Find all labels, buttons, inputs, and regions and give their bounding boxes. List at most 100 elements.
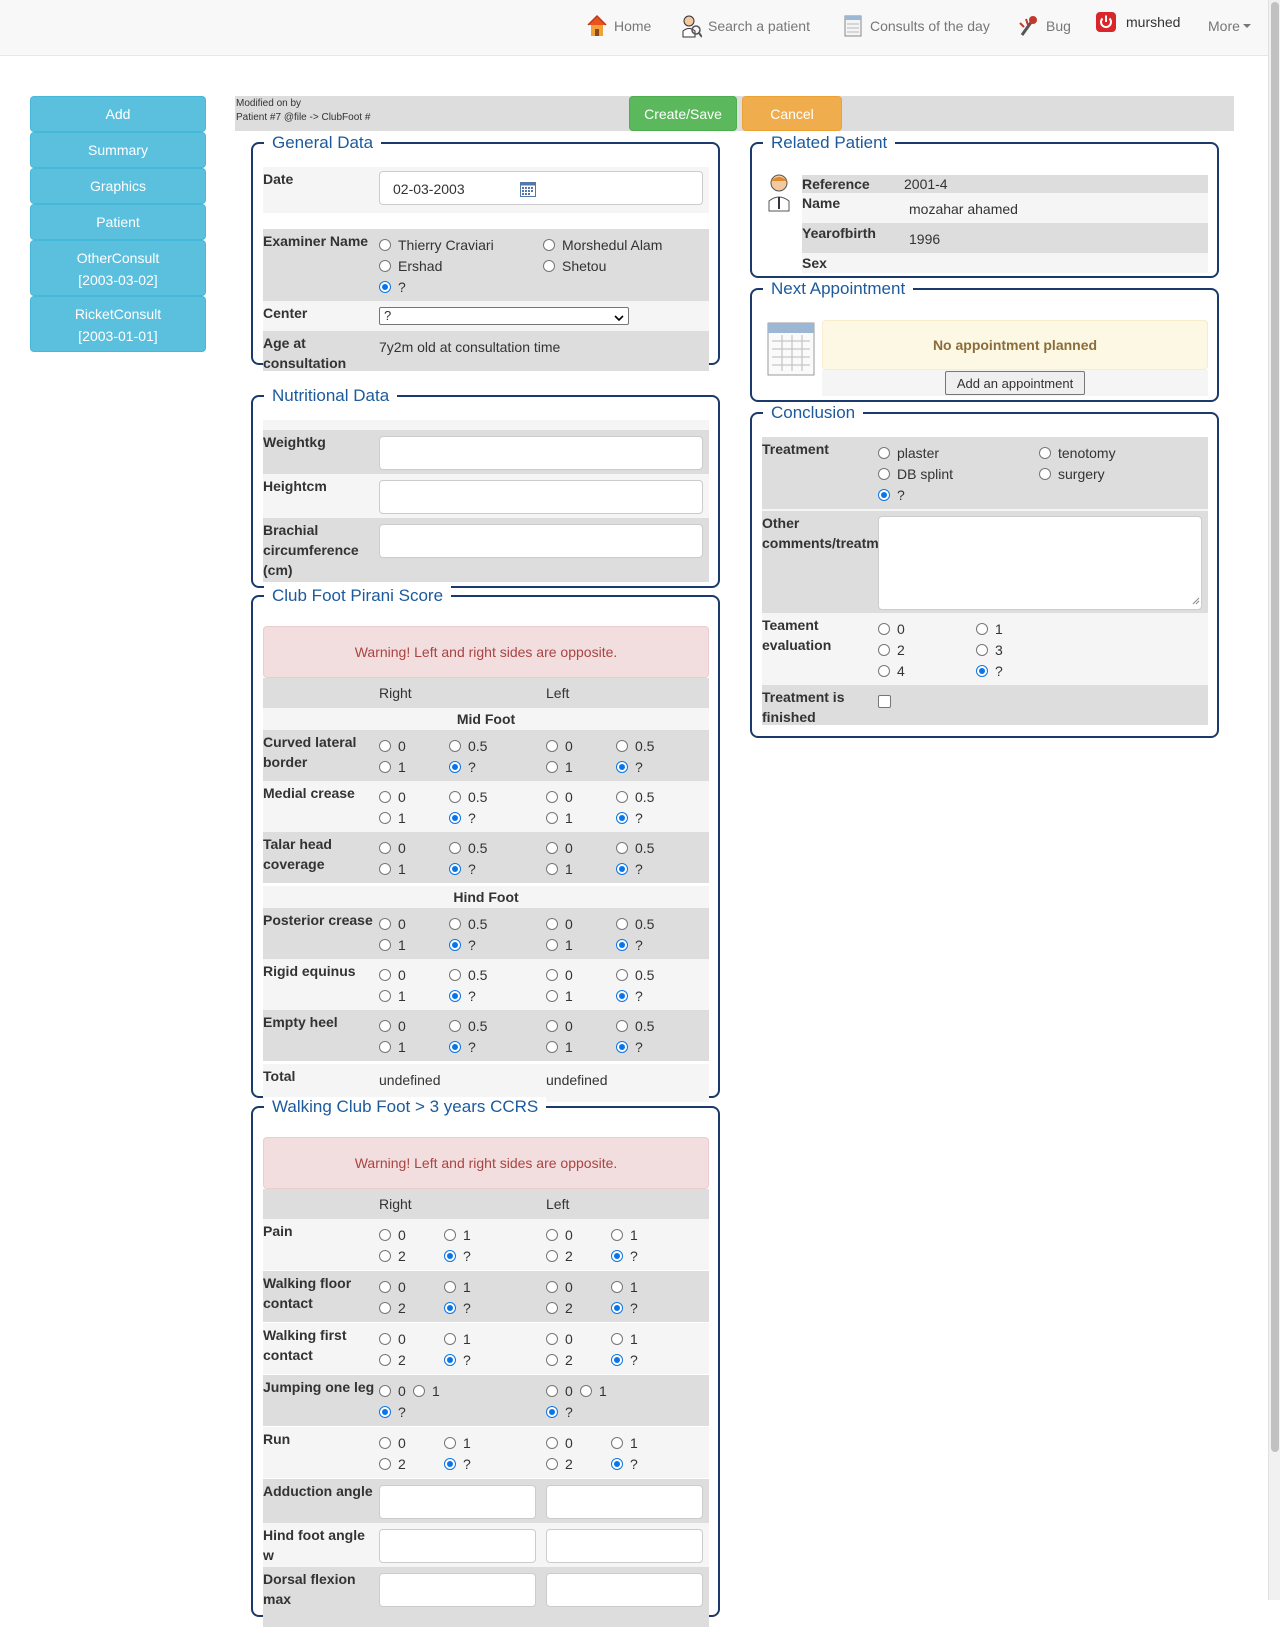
score-option[interactable]: ? — [444, 1298, 471, 1318]
score-option[interactable]: 0 — [546, 736, 573, 756]
score-option[interactable]: 2 — [546, 1350, 573, 1370]
score-option[interactable]: 1 — [379, 859, 406, 879]
score-option[interactable]: 0 — [546, 1016, 573, 1036]
score-option[interactable]: 1 — [611, 1225, 638, 1245]
cancel-button[interactable]: Cancel — [742, 96, 842, 131]
treatment-option[interactable]: surgery — [1039, 464, 1105, 484]
adduction-left-input[interactable] — [546, 1485, 703, 1519]
resize-handle-icon[interactable] — [1192, 592, 1200, 608]
nav-consults-of-the-day[interactable]: Consults of the day — [842, 0, 990, 52]
score-option[interactable]: 2 — [379, 1298, 406, 1318]
date-input[interactable]: 02-03-2003 — [379, 171, 703, 205]
score-option[interactable]: ? — [449, 935, 476, 955]
score-option[interactable]: ? — [611, 1454, 638, 1474]
examiner-option[interactable]: Ershad — [379, 256, 442, 276]
dorsal-flexion-right-input[interactable] — [379, 1573, 536, 1607]
examiner-option[interactable]: Morshedul Alam — [543, 235, 662, 255]
examiner-option[interactable]: ? — [379, 277, 406, 297]
score-option[interactable]: 0.5 — [616, 965, 654, 985]
score-option[interactable]: 0.5 — [449, 914, 487, 934]
score-option[interactable]: 0 — [546, 1277, 573, 1297]
score-option[interactable]: 2 — [546, 1454, 573, 1474]
score-option[interactable]: 1 — [444, 1433, 471, 1453]
evaluation-option[interactable]: 1 — [976, 619, 1003, 639]
score-option[interactable]: 1 — [546, 808, 573, 828]
score-option[interactable]: ? — [546, 1402, 573, 1422]
score-option[interactable]: 0.5 — [449, 965, 487, 985]
score-option[interactable]: 0.5 — [616, 914, 654, 934]
evaluation-option[interactable]: 4 — [878, 661, 905, 681]
score-option[interactable]: 2 — [546, 1298, 573, 1318]
score-option[interactable]: 0 — [379, 1433, 406, 1453]
score-option[interactable]: 1 — [379, 1037, 406, 1057]
score-option[interactable]: 0.5 — [449, 1016, 487, 1036]
treatment-option[interactable]: tenotomy — [1039, 443, 1116, 463]
other-comments-textarea[interactable] — [878, 516, 1202, 610]
score-option[interactable]: 0 — [379, 787, 406, 807]
examiner-option[interactable]: Thierry Craviari — [379, 235, 494, 255]
score-option[interactable]: 1 — [580, 1381, 607, 1401]
score-option[interactable]: ? — [616, 1037, 643, 1057]
nav-search-patient[interactable]: Search a patient — [680, 0, 810, 52]
score-option[interactable]: ? — [449, 986, 476, 1006]
sidebar-ricketconsult-button[interactable]: RicketConsult [2003-01-01] — [30, 296, 206, 352]
score-option[interactable]: ? — [611, 1246, 638, 1266]
score-option[interactable]: 1 — [379, 808, 406, 828]
score-option[interactable]: ? — [449, 757, 476, 777]
nav-more-dropdown[interactable]: More — [1208, 0, 1251, 52]
treatment-option[interactable]: DB splint — [878, 464, 953, 484]
score-option[interactable]: 0 — [546, 1433, 573, 1453]
score-option[interactable]: 0.5 — [616, 838, 654, 858]
create-save-button[interactable]: Create/Save — [629, 96, 737, 131]
sidebar-add-button[interactable]: Add — [30, 96, 206, 132]
score-option[interactable]: 0.5 — [449, 736, 487, 756]
score-option[interactable]: 0 — [379, 1381, 406, 1401]
score-option[interactable]: ? — [449, 808, 476, 828]
evaluation-option[interactable]: 3 — [976, 640, 1003, 660]
score-option[interactable]: 0.5 — [449, 838, 487, 858]
evaluation-option[interactable]: 0 — [878, 619, 905, 639]
score-option[interactable]: 0 — [379, 914, 406, 934]
score-option[interactable]: ? — [444, 1350, 471, 1370]
hindfoot-angle-right-input[interactable] — [379, 1529, 536, 1563]
score-option[interactable]: 0 — [546, 1329, 573, 1349]
score-option[interactable]: ? — [444, 1246, 471, 1266]
score-option[interactable]: 1 — [611, 1277, 638, 1297]
score-option[interactable]: 1 — [413, 1381, 440, 1401]
score-option[interactable]: 1 — [379, 935, 406, 955]
nav-home[interactable]: Home — [586, 0, 651, 52]
treatment-option[interactable]: plaster — [878, 443, 939, 463]
score-option[interactable]: 0 — [379, 1329, 406, 1349]
score-option[interactable]: 0 — [546, 787, 573, 807]
adduction-right-input[interactable] — [379, 1485, 536, 1519]
sidebar-otherconsult-button[interactable]: OtherConsult [2003-03-02] — [30, 240, 206, 296]
sidebar-graphics-button[interactable]: Graphics — [30, 168, 206, 204]
score-option[interactable]: 0 — [379, 1225, 406, 1245]
brachial-input[interactable] — [379, 524, 703, 558]
score-option[interactable]: 1 — [611, 1329, 638, 1349]
score-option[interactable]: ? — [616, 859, 643, 879]
score-option[interactable]: 0 — [546, 838, 573, 858]
score-option[interactable]: 0 — [379, 965, 406, 985]
hindfoot-angle-left-input[interactable] — [546, 1529, 703, 1563]
score-option[interactable]: ? — [444, 1454, 471, 1474]
score-option[interactable]: 1 — [379, 986, 406, 1006]
score-option[interactable]: 2 — [546, 1246, 573, 1266]
center-select[interactable]: ? — [379, 307, 629, 325]
score-option[interactable]: 0 — [546, 1381, 573, 1401]
score-option[interactable]: ? — [616, 808, 643, 828]
score-option[interactable]: 0.5 — [616, 736, 654, 756]
score-option[interactable]: ? — [616, 757, 643, 777]
weight-input[interactable] — [379, 436, 703, 470]
sidebar-patient-button[interactable]: Patient — [30, 204, 206, 240]
score-option[interactable]: ? — [611, 1298, 638, 1318]
score-option[interactable]: 1 — [444, 1277, 471, 1297]
height-input[interactable] — [379, 480, 703, 514]
score-option[interactable]: 0 — [379, 736, 406, 756]
evaluation-option[interactable]: ? — [976, 661, 1003, 681]
score-option[interactable]: 1 — [379, 757, 406, 777]
score-option[interactable]: 2 — [379, 1246, 406, 1266]
dorsal-flexion-left-input[interactable] — [546, 1573, 703, 1607]
add-appointment-button[interactable]: Add an appointment — [945, 371, 1085, 395]
score-option[interactable]: 0.5 — [616, 1016, 654, 1036]
